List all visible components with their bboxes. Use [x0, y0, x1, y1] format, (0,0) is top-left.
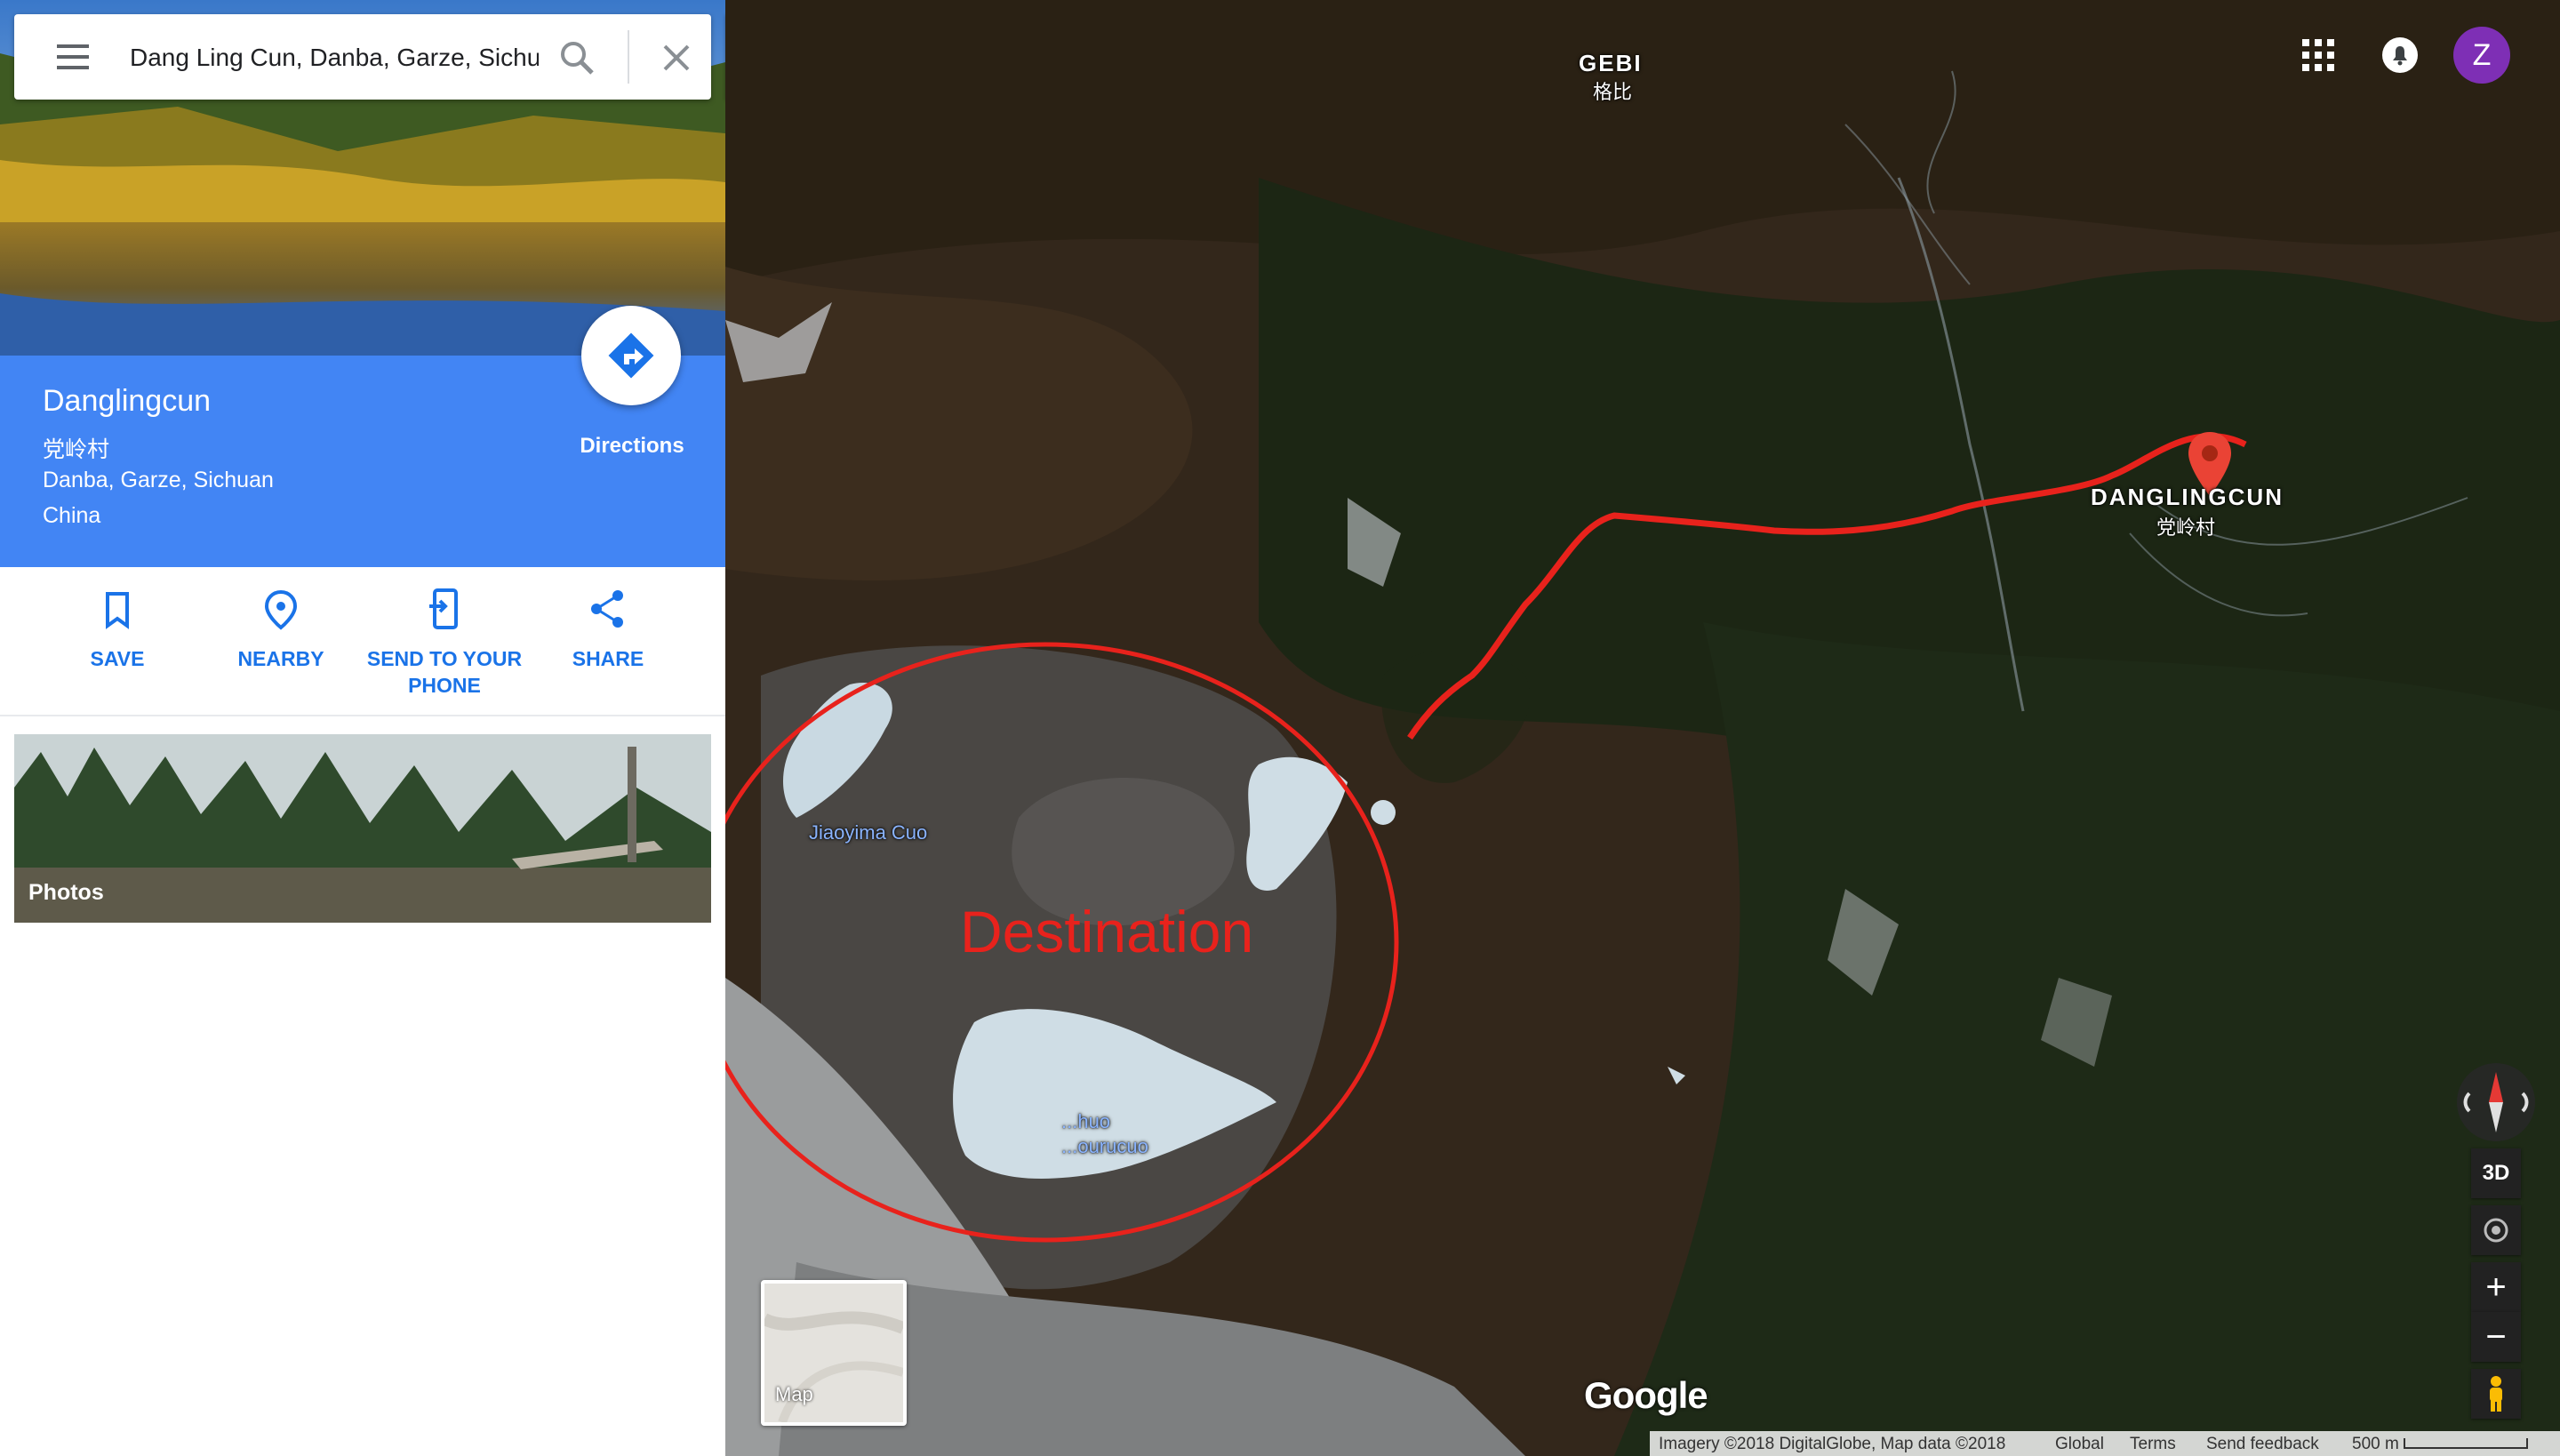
send-to-phone-label: SEND TO YOUR PHONE — [366, 647, 523, 697]
side-panel: Danglingcun 党岭村 Danba, Garze, Sichuan Ch… — [0, 0, 725, 1456]
directions-icon — [608, 332, 654, 379]
zoom-out-button[interactable]: − — [2471, 1312, 2521, 1362]
share-label: SHARE — [572, 647, 644, 670]
google-logo: Google — [1584, 1374, 1708, 1416]
photos-card[interactable] — [14, 734, 711, 923]
map-footer: Imagery ©2018 DigitalGlobe, Map data ©20… — [725, 1431, 2560, 1456]
search-box — [14, 14, 711, 100]
share-icon — [591, 590, 623, 628]
map-label-danglingcun-native: 党岭村 — [2156, 516, 2216, 539]
action-bar: SAVE NEARBY SEND TO YOUR PHONE SHARE — [0, 567, 725, 716]
street-view-pegman-button[interactable] — [2471, 1369, 2521, 1419]
bookmark-icon — [106, 592, 129, 629]
notifications-button[interactable] — [2380, 36, 2420, 75]
place-address-line1: Danba, Garze, Sichuan — [43, 468, 274, 492]
nearby-label: NEARBY — [237, 647, 324, 670]
menu-icon — [57, 44, 89, 48]
nearby-button[interactable]: NEARBY — [199, 587, 363, 672]
map-canvas[interactable]: GEBI 格比 DANGLINGCUN 党岭村 Jiaoyima Cuo ...… — [725, 0, 2560, 1456]
map-label-gebi: GEBI — [1579, 50, 1643, 76]
save-button[interactable]: SAVE — [36, 587, 199, 672]
satellite-imagery — [725, 0, 2560, 1456]
map-label-lake-second: ...huo ...ourucuo — [1061, 1110, 1148, 1157]
menu-button[interactable] — [44, 39, 94, 75]
scale-label[interactable]: 500 m — [2352, 1435, 2399, 1454]
share-button[interactable]: SHARE — [526, 587, 690, 672]
search-input[interactable] — [128, 34, 540, 82]
photos-thumbnail — [14, 734, 711, 923]
account-toolbar: Z — [2281, 27, 2548, 84]
apps-grid-icon — [2302, 39, 2334, 71]
scale-bar — [2404, 1438, 2528, 1449]
compass-icon — [2463, 1072, 2529, 1132]
directions-label[interactable]: Directions — [565, 434, 699, 459]
map-label-danglingcun: DANGLINGCUN — [2091, 484, 2284, 510]
global-link[interactable]: Global — [2055, 1435, 2104, 1454]
account-avatar[interactable]: Z — [2453, 27, 2510, 84]
map-label-gebi-native: 格比 — [1593, 81, 1633, 103]
map-label-lake-jiaoyima: Jiaoyima Cuo — [809, 821, 928, 844]
map-toggle-label: Map — [775, 1383, 813, 1405]
my-location-icon — [2484, 1218, 2508, 1243]
place-title: Danglingcun — [43, 384, 212, 418]
imagery-copyright: Imagery ©2018 DigitalGlobe, Map data ©20… — [1659, 1435, 2006, 1453]
place-native-name: 党岭村 — [43, 437, 110, 462]
pegman-icon — [2490, 1376, 2502, 1412]
menu-icon-bar — [57, 66, 89, 69]
send-to-phone-button[interactable]: SEND TO YOUR PHONE — [363, 587, 526, 699]
my-location-button[interactable] — [2471, 1205, 2521, 1255]
search-icon — [561, 42, 594, 75]
menu-icon-bar — [57, 55, 89, 59]
place-address-line2: China — [43, 503, 101, 528]
bell-icon — [2382, 37, 2418, 73]
clear-search-button[interactable] — [656, 37, 697, 78]
zoom-in-button[interactable]: + — [2471, 1262, 2521, 1312]
photos-label: Photos — [28, 880, 104, 905]
map-layer-toggle[interactable]: Map — [761, 1280, 907, 1426]
search-divider — [628, 30, 629, 84]
close-icon — [663, 44, 690, 71]
send-feedback-link[interactable]: Send feedback — [2206, 1435, 2319, 1454]
directions-button[interactable] — [581, 306, 681, 405]
apps-button[interactable] — [2300, 37, 2336, 73]
terms-link[interactable]: Terms — [2130, 1435, 2176, 1454]
destination-annotation: Destination — [960, 899, 1254, 964]
nearby-pin-icon — [264, 589, 298, 630]
compass-button[interactable] — [2457, 1063, 2535, 1141]
send-to-phone-icon — [429, 588, 458, 629]
3d-toggle-button[interactable]: 3D — [2471, 1148, 2521, 1198]
search-button[interactable] — [556, 37, 597, 78]
save-label: SAVE — [90, 647, 145, 670]
